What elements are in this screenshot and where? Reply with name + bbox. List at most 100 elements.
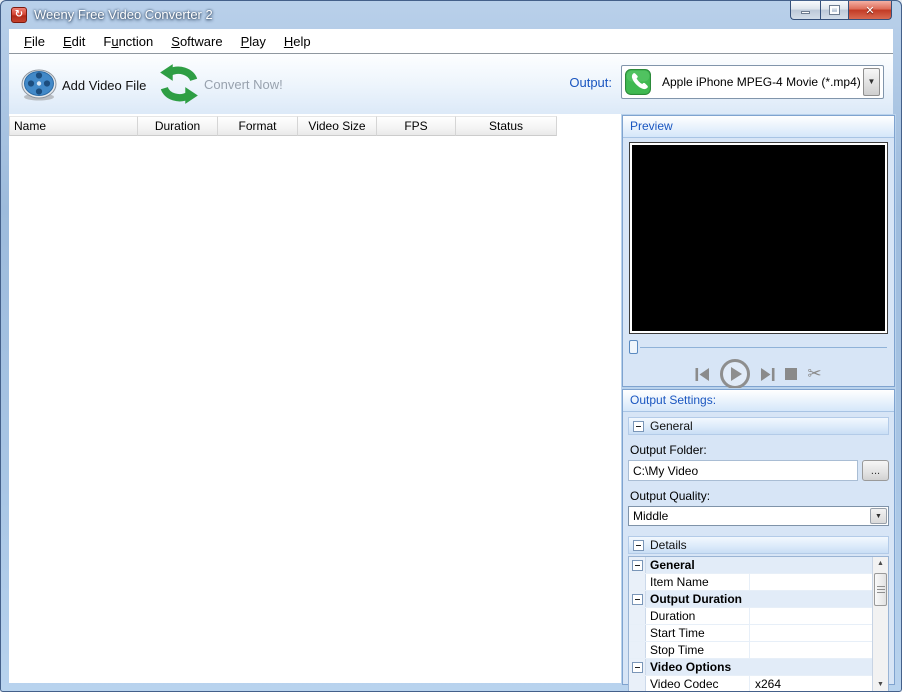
row-gutter xyxy=(629,557,646,573)
details-grid: General Item Name Output Duration Durati… xyxy=(628,556,889,691)
property-value[interactable] xyxy=(749,574,872,590)
collapse-icon[interactable] xyxy=(631,593,643,605)
menu-help[interactable]: Help xyxy=(275,31,320,52)
column-header-name[interactable]: Name xyxy=(9,116,138,136)
collapse-icon[interactable] xyxy=(633,539,644,551)
app-window: ↻ Weeny Free Video Converter 2 ✕ File Ed… xyxy=(0,0,902,692)
output-folder-input[interactable] xyxy=(628,460,858,481)
output-quality-dropdown[interactable]: Middle ▼ xyxy=(628,506,889,526)
add-video-file-button[interactable]: Add Video File xyxy=(19,68,146,102)
file-list-header: Name Duration Format Video Size FPS Stat… xyxy=(9,116,557,136)
row-gutter xyxy=(629,625,646,641)
property-label: General xyxy=(650,558,695,572)
output-format-value: Apple iPhone MPEG-4 Movie (*.mp4) xyxy=(662,75,861,89)
menu-play[interactable]: Play xyxy=(232,31,275,52)
menu-function[interactable]: Function xyxy=(94,31,162,52)
row-gutter xyxy=(629,642,646,658)
next-button[interactable] xyxy=(760,367,775,381)
column-header-status[interactable]: Status xyxy=(456,116,557,136)
previous-button[interactable] xyxy=(695,367,710,381)
property-label: Output Duration xyxy=(650,592,742,606)
phone-icon xyxy=(625,69,651,100)
output-settings-panel: Output Settings: General Output Folder: … xyxy=(622,389,895,691)
row-gutter xyxy=(629,608,646,624)
transport-controls: ✂ xyxy=(623,359,894,389)
column-header-fps[interactable]: FPS xyxy=(377,116,456,136)
collapse-icon[interactable] xyxy=(633,420,644,432)
details-scrollbar[interactable]: ▲ ▼ xyxy=(872,557,888,691)
maximize-button[interactable] xyxy=(820,1,848,20)
close-button[interactable]: ✕ xyxy=(848,1,892,20)
row-gutter xyxy=(629,591,646,607)
close-icon: ✕ xyxy=(865,4,875,17)
seek-slider[interactable] xyxy=(629,340,887,354)
convert-now-label: Convert Now! xyxy=(204,76,283,92)
menu-file[interactable]: File xyxy=(15,31,54,52)
chevron-down-icon: ▼ xyxy=(867,77,876,86)
scrollbar-thumb[interactable] xyxy=(874,573,887,606)
property-value[interactable] xyxy=(749,642,872,658)
row-gutter xyxy=(629,659,646,675)
output-label: Output: xyxy=(569,74,612,90)
output-settings-header: Output Settings: xyxy=(623,390,894,412)
play-button[interactable] xyxy=(720,359,751,389)
property-label: Video Options xyxy=(650,660,732,674)
details-row[interactable]: Duration xyxy=(629,608,872,625)
details-row[interactable]: Item Name xyxy=(629,574,872,591)
row-gutter xyxy=(629,676,646,691)
menu-bar: File Edit Function Software Play Help xyxy=(9,29,893,54)
preview-panel-header: Preview xyxy=(623,116,894,138)
details-row[interactable]: General xyxy=(629,557,872,574)
minimize-icon xyxy=(801,10,810,14)
slider-track[interactable] xyxy=(640,346,887,348)
video-preview xyxy=(629,142,888,334)
details-rows: General Item Name Output Duration Durati… xyxy=(629,557,872,691)
details-section-header[interactable]: Details xyxy=(628,536,889,554)
output-format-arrow-button[interactable]: ▼ xyxy=(863,68,880,96)
column-header-format[interactable]: Format xyxy=(218,116,298,136)
browse-button[interactable]: ... xyxy=(862,460,889,481)
column-header-duration[interactable]: Duration xyxy=(138,116,218,136)
scroll-up-icon[interactable]: ▲ xyxy=(873,557,888,571)
menu-edit[interactable]: Edit xyxy=(54,31,94,52)
details-row[interactable]: Stop Time xyxy=(629,642,872,659)
details-row[interactable]: Video Options xyxy=(629,659,872,676)
general-section-label: General xyxy=(650,419,693,433)
property-value[interactable]: x264 xyxy=(749,676,872,691)
output-format-group: Output: Apple iPhone MPEG-4 Movie (*.mp4… xyxy=(569,65,884,99)
title-bar[interactable]: ↻ Weeny Free Video Converter 2 ✕ xyxy=(1,1,901,29)
column-header-video-size[interactable]: Video Size xyxy=(298,116,377,136)
output-folder-row: ... xyxy=(628,460,889,481)
output-quality-arrow-button[interactable]: ▼ xyxy=(870,508,887,524)
stop-button[interactable] xyxy=(785,368,798,380)
film-reel-icon xyxy=(21,69,57,101)
property-label: Item Name xyxy=(650,575,709,589)
toolbar: Add Video File Convert Now! Output: Appl… xyxy=(9,54,893,114)
details-row[interactable]: Output Duration xyxy=(629,591,872,608)
output-format-dropdown[interactable]: Apple iPhone MPEG-4 Movie (*.mp4) ▼ xyxy=(621,65,884,99)
output-folder-label: Output Folder: xyxy=(630,443,707,457)
general-section-header[interactable]: General xyxy=(628,417,889,435)
details-row[interactable]: Video Codec x264 xyxy=(629,676,872,691)
window-controls: ✕ xyxy=(790,1,892,20)
add-video-file-label: Add Video File xyxy=(62,77,147,93)
details-section-label: Details xyxy=(650,538,687,552)
minimize-button[interactable] xyxy=(790,1,820,20)
scroll-down-icon[interactable]: ▼ xyxy=(873,678,888,691)
property-label: Stop Time xyxy=(650,643,705,657)
property-value[interactable] xyxy=(749,625,872,641)
convert-icon xyxy=(160,64,198,104)
output-quality-label: Output Quality: xyxy=(630,489,711,503)
output-settings-body: General Output Folder: ... Output Qualit… xyxy=(623,412,894,691)
collapse-icon[interactable] xyxy=(631,559,643,571)
collapse-icon[interactable] xyxy=(631,661,643,673)
convert-now-button[interactable]: Convert Now! xyxy=(157,63,283,105)
row-gutter xyxy=(629,574,646,590)
trim-scissors-button[interactable]: ✂ xyxy=(807,365,821,383)
maximize-icon xyxy=(829,5,840,15)
property-value[interactable] xyxy=(749,608,872,624)
slider-handle[interactable] xyxy=(629,340,638,354)
details-row[interactable]: Start Time xyxy=(629,625,872,642)
property-label: Video Codec xyxy=(650,677,719,691)
menu-software[interactable]: Software xyxy=(162,31,231,52)
